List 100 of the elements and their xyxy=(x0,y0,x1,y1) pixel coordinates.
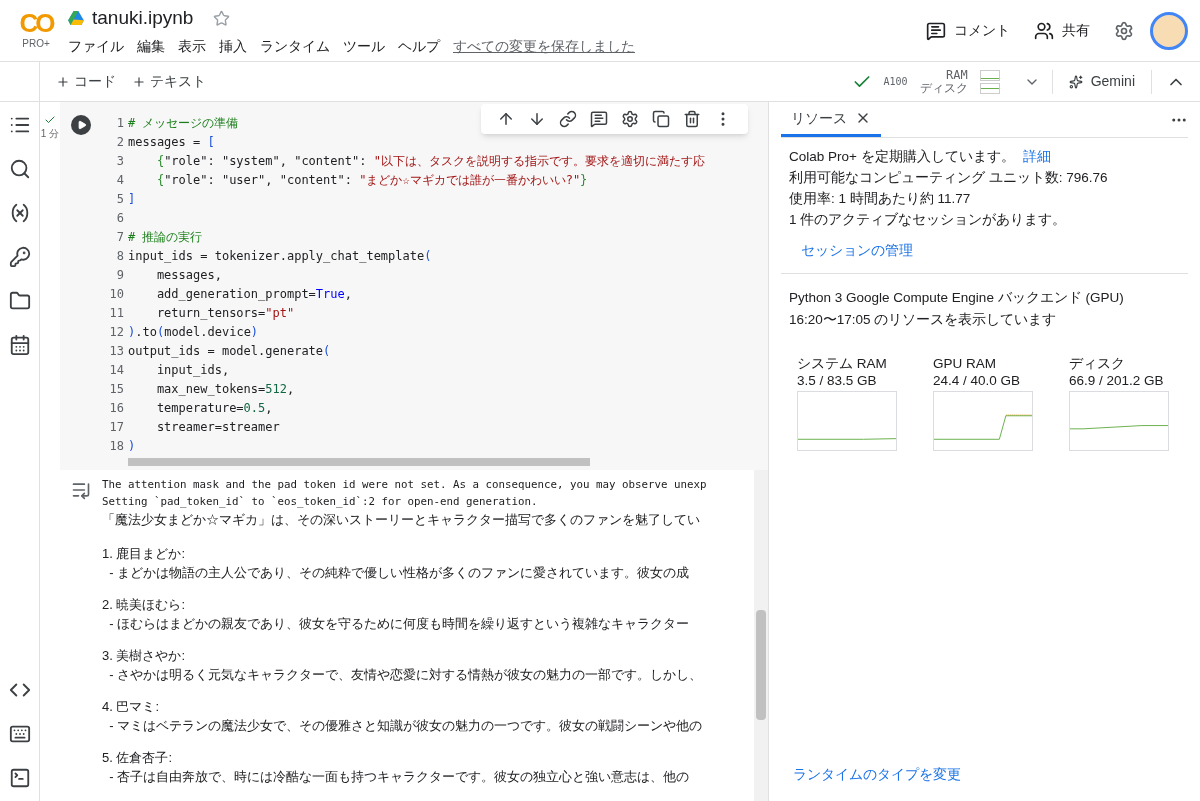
comment-icon[interactable] xyxy=(590,110,608,128)
folder-icon[interactable] xyxy=(8,290,31,312)
line-number: 15 xyxy=(109,381,124,398)
output-toggle-icon[interactable] xyxy=(71,480,91,500)
people-icon xyxy=(1034,20,1054,41)
list-heading: 2. 暁美ほむら: xyxy=(102,596,186,614)
meter-label: ディスク xyxy=(1069,355,1126,372)
panel-tab[interactable]: リソース xyxy=(781,102,881,137)
meter-usage: 3.5 / 83.5 GB xyxy=(797,372,878,389)
menu-item[interactable]: 編集 xyxy=(137,36,165,58)
line-number: 8 xyxy=(116,248,124,265)
line-number: 2 xyxy=(116,134,124,151)
code-line: ).to(model.device) xyxy=(128,324,259,341)
share-button[interactable]: 共有 xyxy=(1034,20,1090,41)
details-link[interactable]: 詳細 xyxy=(1022,146,1051,167)
menu-item[interactable]: ツール xyxy=(343,36,385,58)
list-detail: - 杏子は自由奔放で、時には冷酷な一面も持つキャラクターです。彼女の独立心と強い意志は、他の xyxy=(108,768,690,786)
settings-icon[interactable] xyxy=(621,110,639,128)
settings-icon[interactable] xyxy=(1114,20,1134,41)
meter-usage: 24.4 / 40.0 GB xyxy=(933,372,1022,389)
keyboard-icon[interactable] xyxy=(8,723,31,745)
move-down-icon[interactable] xyxy=(528,110,546,128)
menu-item[interactable]: ファイル xyxy=(68,36,124,58)
app-logo[interactable]: CO PRO+ xyxy=(12,10,60,51)
gemini-button[interactable]: Gemini xyxy=(1052,71,1151,92)
info-text: 1 件のアクティブなセッションがあります。 xyxy=(789,211,1068,229)
code-line: input_ids = tokenizer.apply_chat_template( xyxy=(128,248,432,265)
menu-item[interactable]: 表示 xyxy=(178,36,206,58)
list-heading: 4. 巴マミ: xyxy=(102,698,160,716)
line-number: 7 xyxy=(116,229,124,246)
search-icon[interactable] xyxy=(8,158,31,180)
menu-item[interactable]: ヘルプ xyxy=(398,36,440,58)
backend-text: Python 3 Google Compute Engine バックエンド (GPU) xyxy=(789,289,1125,307)
code-line: add_generation_prompt=True, xyxy=(155,286,352,303)
file-name[interactable]: tanuki.ipynb xyxy=(92,3,194,33)
code-line: return_tensors="pt" xyxy=(155,305,295,322)
plan-text: Colab Pro+ を定期購入しています。 xyxy=(789,148,1015,166)
code-line: ) xyxy=(128,438,136,455)
ram-meter xyxy=(979,69,1000,81)
code-line: max_new_tokens=512, xyxy=(155,381,295,398)
code-line: # 推論の実行 xyxy=(128,229,203,246)
line-number: 11 xyxy=(109,305,124,322)
line-number: 12 xyxy=(109,324,124,341)
meter-usage: 66.9 / 201.2 GB xyxy=(1069,372,1165,389)
code-line: messages, xyxy=(155,267,222,284)
menu-item[interactable]: ランタイム xyxy=(260,36,330,58)
line-number: 4 xyxy=(116,172,124,189)
menu-item[interactable]: 挿入 xyxy=(219,36,247,58)
link-icon[interactable] xyxy=(559,110,577,128)
code-line: input_ids, xyxy=(155,362,230,379)
delete-icon[interactable] xyxy=(683,110,701,128)
copy-icon[interactable] xyxy=(652,110,670,128)
line-number: 14 xyxy=(109,362,124,379)
drive-icon xyxy=(68,11,84,25)
vertical-scrollbar[interactable] xyxy=(756,610,766,720)
info-text: 使用率: 1 時間あたり約 11.77 xyxy=(789,190,972,208)
list-detail: - マミはベテランの魔法少女で、その優雅さと知識が彼女の魅力の一つです。彼女の戦闘シーンや他の xyxy=(108,717,703,735)
horizontal-scrollbar[interactable] xyxy=(128,458,590,466)
star-icon[interactable] xyxy=(213,9,231,27)
avatar[interactable] xyxy=(1150,11,1188,50)
line-number: 3 xyxy=(116,153,124,170)
sparkle-icon xyxy=(1068,74,1083,89)
code-line: # メッセージの準備 xyxy=(128,115,239,132)
code-line: {"role": "user", "content": "まどか☆マギカでは誰が一番かわいい?"} xyxy=(155,172,588,189)
code-line: ] xyxy=(128,191,136,208)
list-heading: 5. 佐倉杏子: xyxy=(102,749,173,767)
change-runtime-link[interactable]: ランタイムのタイプを変更 xyxy=(781,764,1188,801)
terminal-icon[interactable] xyxy=(8,767,31,789)
save-status-link[interactable]: すべての変更を保存しました xyxy=(453,36,635,58)
meter-label: システム RAM xyxy=(797,355,888,372)
code-line: output_ids = model.generate( xyxy=(128,343,331,360)
log-line: The attention mask and the pad token id were not set. As a consequence, you may observe unexp xyxy=(102,477,707,493)
output-text: 「魔法少女まどか☆マギカ」は、その深いストーリーとキャラクター描写で多くのファンを魅了してい xyxy=(102,511,700,529)
move-up-icon[interactable] xyxy=(497,110,515,128)
line-number: 10 xyxy=(109,286,124,303)
line-number: 6 xyxy=(116,210,124,227)
ram-label: RAM xyxy=(945,68,968,82)
time-range-text: 16:20〜17:05 のリソースを表示しています xyxy=(789,311,1058,329)
key-icon[interactable] xyxy=(8,246,31,268)
execution-time: 1 分 xyxy=(40,127,60,141)
code-line: {"role": "system", "content": "以下は、タスクを説明する指示です。要求を適切に満たす応 xyxy=(155,153,705,170)
log-line: Setting `pad_token_id` to `eos_token_id`:2 for open-end generation. xyxy=(102,494,538,510)
line-number: 1 xyxy=(116,115,124,132)
list-detail: - まどかは物語の主人公であり、その純粋で優しい性格が多くのファンに愛されています。彼女の成 xyxy=(108,564,690,582)
manage-sessions-link[interactable]: セッションの管理 xyxy=(801,240,1180,261)
calendar-icon[interactable] xyxy=(8,334,31,356)
comment-button[interactable]: コメント xyxy=(926,20,1010,41)
add-cell-button[interactable]: コード xyxy=(56,71,116,92)
plus-icon xyxy=(56,74,70,89)
line-number: 16 xyxy=(109,400,124,417)
run-button[interactable] xyxy=(71,115,91,135)
disk-meter xyxy=(979,82,1000,94)
add-cell-button[interactable]: テキスト xyxy=(132,71,206,92)
line-number: 18 xyxy=(109,438,124,455)
code-line: messages = [ xyxy=(128,134,215,151)
line-number: 9 xyxy=(116,267,124,284)
comment-icon xyxy=(926,20,946,41)
list-detail: - ほむらはまどかの親友であり、彼女を守るために何度も時間を繰り返すという複雑なキャラクター xyxy=(108,615,690,633)
info-text: 利用可能なコンピューティング ユニット数: 796.76 xyxy=(789,169,1109,187)
line-number: 17 xyxy=(109,419,124,436)
